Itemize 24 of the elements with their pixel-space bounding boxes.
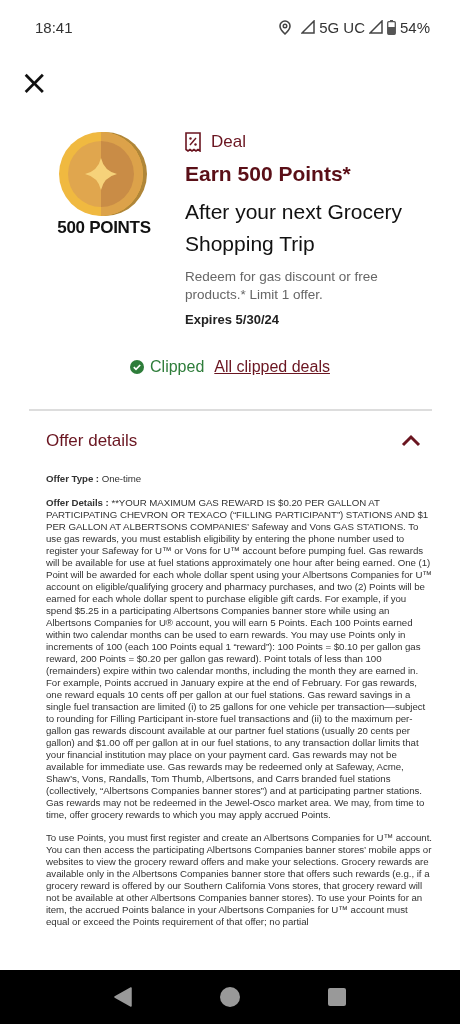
points-label: 500 POINTS	[57, 218, 151, 238]
back-icon[interactable]	[114, 987, 132, 1007]
home-icon[interactable]	[220, 987, 240, 1007]
offer-paragraph: Offer Type : One-time	[46, 473, 143, 485]
expiry-date: Expires 5/30/24	[185, 312, 280, 327]
deal-description: Redeem for gas discount or free products.* Limit 1 offer.	[185, 268, 379, 304]
all-clipped-deals-link[interactable]: All clipped deals	[214, 358, 330, 376]
battery-percent: 54%	[399, 18, 430, 36]
clipped-status: Clipped	[150, 358, 205, 376]
battery-icon	[386, 19, 396, 35]
section-title: Offer details	[46, 431, 138, 451]
coupon-icon	[185, 132, 201, 152]
signal-icon	[368, 20, 383, 34]
close-button[interactable]: ×	[20, 70, 44, 94]
deal-title: Earn 500 Points*	[185, 162, 352, 186]
signal-icon	[301, 20, 316, 34]
status-time: 18:41	[35, 18, 74, 36]
deal-label: Deal	[211, 132, 246, 152]
deal-subtitle: After your next Grocery Shopping Trip	[185, 199, 404, 257]
network-label: 5G UC	[319, 18, 365, 36]
offer-paragraph: To use Points, you must first register and create an Albertsons Companies for U™ account. You can then access the participating Albertsons Companies banner stores’ mobile apps or websites to view the grocery reward offers and make your selections. Grocery rewards are available only in the Albertsons Companies banner store that offers such rewards (e.g., if a grocery reward is offered by our Southern California Vons stores, that grocery reward will not be available at other Albertsons Companies banner stores). To use your Points for an item, the accrued Points balance in your Albertsons Companies for U™ account must equal or exceed the Points requirement of that offer; no partial	[46, 832, 432, 928]
location-icon	[279, 19, 292, 35]
collapse-chevron-icon[interactable]	[400, 434, 422, 448]
offer-paragraph: Offer Details : **YOUR MAXIMUM GAS REWARD IS $0.20 PER GALLON AT PARTICIPATING CHEVRON OR TEXACO (“FILLING PARTICIPANT”) STATIONS AND $1 PER GALLON AT ALBERTSONS COMPANIES’ Safeway and Vons GAS STATIONS. To use gas rewards, you must establish eligibility by entering the phone number used to register your Safeway for U™ or Vons for U™ account before pumping fuel. Gas rewards will be available for use at fuel stations approximately one hour after being earned. One (1) Point will be awarded for each whole dollar spent using your Albertsons Companies for U™ account on eligible/qualifying grocery and pharmacy purchases, and two (2) Points will be earned for each whole dollar spent to purchase eligible gift cards. For example, if you spend $5.25 in a participating Albertsons Companies banner store while using an Albertsons Companies for U® account, you will earn 5 Points. Each 100 Points earned within two calendar months can be used to earn rewards. You may use Points only in increments of 100 (each 100 Points equal 1 “reward”): 100 Points = $0.10 per gallon gas reward, 200 Points = $0.20 per gallon gas reward). Point totals of less than 100 (remainders) expire within two calendar months, including the month they are earned in. For example, Points accrued in January expire at the end of February. For gas rewards, one reward equals 10 cents off per gallon at our fuel stations. Gas reward savings in a single fuel transaction are limited (i) to 25 gallons for one vehicle per transaction––subject to rounding for Filling Participant in-store fuel transactions and (ii) to the maximum per-gallon gas rewards discount available at our partner fuel stations (usually 20 cents per gallon) and $1.00 off per gallon at in our fuel stations, to any transaction dollar limits that your financial institution may place on your payment card. Gas rewards may not be available for immediate use. Gas rewards may be redeemed only at Safeway, Acme, Shaw’s, Vons, Randalls, Tom Thumb, Albertsons, and Carrs branded fuel stations (collectively, “Albertsons Companies banner stores”) and at participating partner stations. Gas rewards may not be redeemed in the Jewel-Osco market area. We may, from time to time, offer grocery rewards to which you may apply accrued Points.	[46, 496, 432, 821]
